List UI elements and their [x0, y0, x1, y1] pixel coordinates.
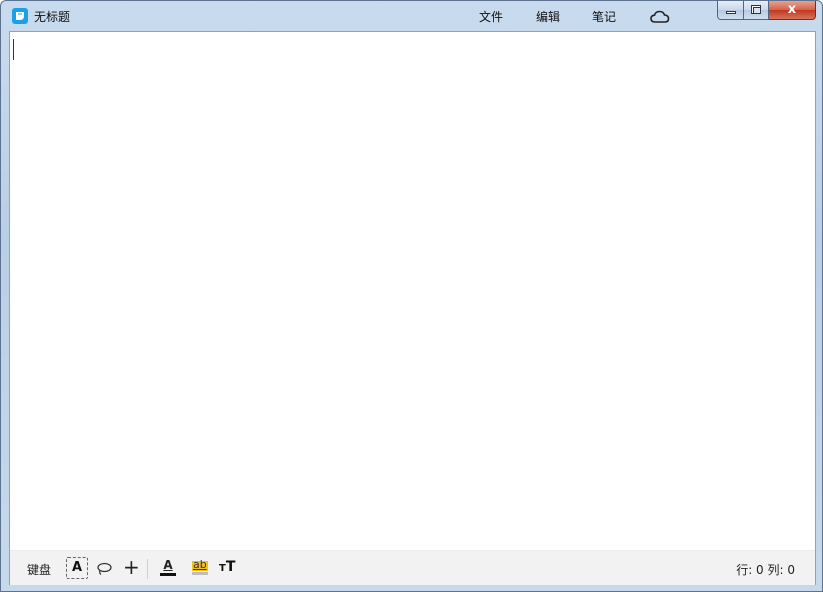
highlight-underline: [192, 572, 208, 575]
highlight-icon: ab: [193, 558, 207, 571]
toolbar-divider: [147, 559, 148, 579]
app-window: 无标题 文件 编辑 笔记 x 键盘 A + A ab TT 行: 0 列: 0: [0, 0, 823, 592]
maximize-icon: [751, 5, 761, 14]
menu-notes[interactable]: 笔记: [592, 8, 616, 25]
maximize-button[interactable]: [744, 1, 769, 20]
minimize-button[interactable]: [717, 1, 744, 20]
text-editor[interactable]: [10, 32, 815, 550]
cloud-icon[interactable]: [650, 10, 670, 27]
font-color-icon: A: [163, 558, 173, 572]
cursor-position: 行: 0 列: 0: [736, 563, 795, 577]
keyboard-button[interactable]: 键盘: [27, 561, 51, 578]
notes-app-icon: [12, 8, 28, 24]
title-bar[interactable]: 无标题 文件 编辑 笔记 x: [1, 1, 822, 31]
highlight-button[interactable]: ab: [192, 559, 208, 577]
text-caret: [13, 39, 14, 60]
menu-edit[interactable]: 编辑: [536, 8, 560, 25]
lasso-icon[interactable]: [96, 562, 112, 579]
font-color-button[interactable]: A: [160, 558, 176, 578]
text-mode-button[interactable]: A: [66, 557, 88, 579]
client-area: 键盘 A + A ab TT 行: 0 列: 0: [9, 31, 816, 585]
add-button[interactable]: +: [123, 556, 140, 578]
window-controls: x: [717, 1, 816, 20]
close-button[interactable]: x: [769, 1, 816, 20]
font-size-small-icon: T: [219, 563, 226, 574]
bottom-toolbar: 键盘 A + A ab TT 行: 0 列: 0: [10, 550, 815, 585]
font-color-swatch: [160, 573, 176, 576]
minimize-icon: [726, 11, 736, 14]
window-title: 无标题: [34, 10, 71, 24]
font-size-button[interactable]: TT: [219, 559, 235, 575]
close-icon: x: [787, 2, 797, 17]
menu-file[interactable]: 文件: [479, 8, 503, 25]
font-size-big-icon: T: [225, 559, 236, 575]
